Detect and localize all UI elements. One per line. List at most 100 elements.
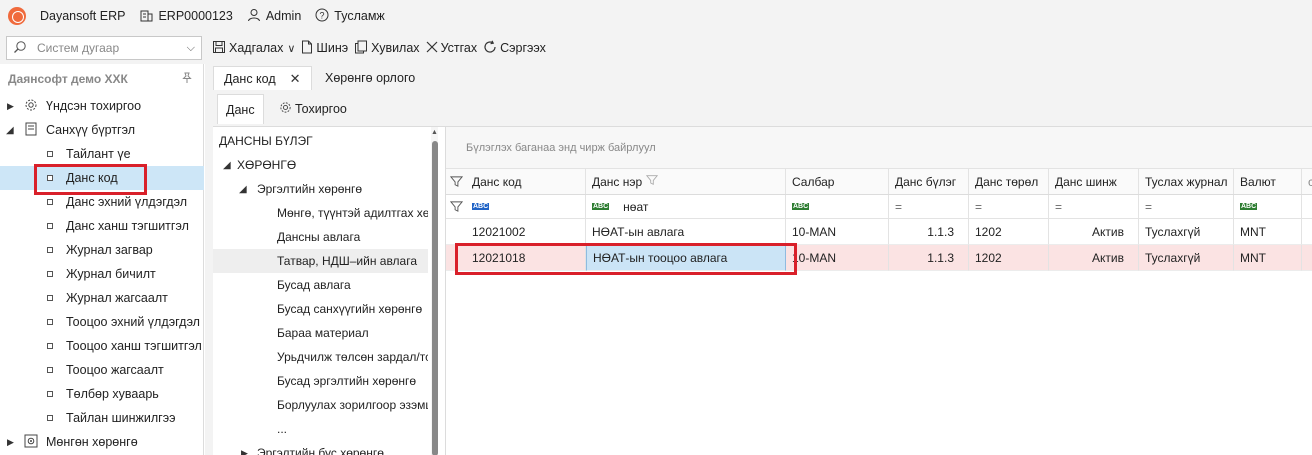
- tree-node[interactable]: ...: [213, 417, 428, 441]
- refresh-button[interactable]: Сэргээх: [483, 40, 546, 57]
- column-header-account-type[interactable]: Данс төрөл: [969, 169, 1049, 194]
- sidebar-item-reporting-period[interactable]: Тайлант үе: [0, 142, 204, 166]
- filter-funnel-icon[interactable]: [446, 169, 466, 194]
- tab-label: Тохиргоо: [295, 102, 347, 116]
- system-number-search[interactable]: Систем дугаар ⌵: [6, 36, 202, 60]
- cell-account-type[interactable]: 1202: [969, 219, 1049, 245]
- delete-button[interactable]: Устгах: [426, 41, 478, 56]
- cell-overflow: [1302, 219, 1312, 245]
- filter-cell-branch[interactable]: ABC: [786, 195, 889, 218]
- user-menu[interactable]: Admin: [247, 8, 301, 25]
- sidebar-item-payment-schedule[interactable]: Төлбөр хуваарь: [0, 382, 204, 406]
- cell-account-code[interactable]: 12021002: [466, 219, 586, 245]
- filter-cell-account-type[interactable]: =: [969, 195, 1049, 218]
- collapse-arrow-icon[interactable]: ◢: [223, 160, 231, 171]
- filter-cell-aux-journal[interactable]: =: [1139, 195, 1234, 218]
- scroll-up-arrow-icon[interactable]: ▲: [431, 129, 438, 136]
- sidebar-item-label: Журнал бичилт: [66, 267, 156, 281]
- column-header-currency[interactable]: Валют: [1234, 169, 1302, 194]
- expand-arrow-icon[interactable]: ▶: [7, 437, 14, 448]
- tree-node[interactable]: Мөнгө, түүнтэй адилтгах хө: [213, 201, 428, 225]
- cell-account-type[interactable]: 1202: [969, 245, 1049, 271]
- tree-root[interactable]: ДАНСНЫ БҮЛЭГ: [213, 129, 428, 153]
- sidebar-item-account-code[interactable]: Данс код: [0, 166, 204, 190]
- tree-node[interactable]: Борлуулах зорилгоор эзэмш: [213, 393, 428, 417]
- column-header-account-attribute[interactable]: Данс шинж: [1049, 169, 1139, 194]
- table-row-selected[interactable]: 12021018 НӨАТ-ын тооцоо авлага 10-MAN 1.…: [446, 245, 1312, 271]
- help-menu[interactable]: ? Тусламж: [315, 8, 385, 25]
- tree-node[interactable]: Дансны авлага: [213, 225, 428, 249]
- cell-account-group[interactable]: 1.1.3: [889, 245, 969, 271]
- tab-asset-income[interactable]: Хөрөнгө орлого: [315, 66, 425, 90]
- filter-cell-currency[interactable]: ABC: [1234, 195, 1302, 218]
- row-indicator[interactable]: [446, 245, 466, 271]
- cell-aux-journal[interactable]: Туслахгүй: [1139, 219, 1234, 245]
- save-button[interactable]: Хадгалах ∨: [212, 40, 295, 57]
- tree-node[interactable]: ◢ Эргэлтийн хөрөнгө: [213, 177, 428, 201]
- cell-account-attribute[interactable]: Актив: [1049, 245, 1139, 271]
- cell-account-attribute[interactable]: Актив: [1049, 219, 1139, 245]
- tree-node[interactable]: ◢ ХӨРӨНГӨ: [213, 153, 428, 177]
- tree-node[interactable]: Бусад санхүүгийн хөрөнгө: [213, 297, 428, 321]
- delete-label: Устгах: [440, 41, 478, 55]
- company-selector[interactable]: ERP0000123: [139, 8, 233, 25]
- sidebar-item-settlement-fx-revaluation[interactable]: Тооцоо ханш тэгшитгэл: [0, 334, 204, 358]
- column-header-account-group[interactable]: Данс бүлэг: [889, 169, 969, 194]
- save-icon: [212, 40, 226, 57]
- sidebar-item-journal-entry[interactable]: Журнал бичилт: [0, 262, 204, 286]
- filter-cell-account-name[interactable]: ABC нөат: [586, 195, 786, 218]
- close-icon[interactable]: ✕: [290, 71, 301, 87]
- sidebar-item-settlement-opening-balance[interactable]: Тооцоо эхний үлдэгдэл: [0, 310, 204, 334]
- cell-branch[interactable]: 10-MAN: [786, 245, 889, 271]
- cell-account-group[interactable]: 1.1.3: [889, 219, 969, 245]
- tree-node[interactable]: Бусад авлага: [213, 273, 428, 297]
- group-by-panel[interactable]: Бүлэглэх баганаа энд чирж байрлуул: [446, 127, 1312, 169]
- column-filter-icon[interactable]: [646, 174, 659, 189]
- sidebar-item-settlement-list[interactable]: Тооцоо жагсаалт: [0, 358, 204, 382]
- cell-currency[interactable]: MNT: [1234, 245, 1302, 271]
- filter-cell-account-code[interactable]: ABC: [466, 195, 586, 218]
- save-dropdown-chevron-icon[interactable]: ∨: [287, 42, 295, 55]
- scrollbar-thumb[interactable]: [432, 141, 438, 455]
- tab-account[interactable]: Данс: [217, 94, 264, 124]
- row-indicator[interactable]: [446, 219, 466, 245]
- column-header-aux-journal[interactable]: Туслах журнал: [1139, 169, 1234, 194]
- column-header-account-code[interactable]: Данс код: [466, 169, 586, 194]
- collapse-arrow-icon[interactable]: ◢: [239, 184, 247, 195]
- column-header-account-name[interactable]: Данс нэр: [586, 169, 786, 194]
- sidebar-item-basic-settings[interactable]: ▶ Үндсэн тохиргоо: [0, 94, 204, 118]
- pin-icon[interactable]: [181, 72, 193, 87]
- collapse-arrow-icon[interactable]: ◢: [6, 125, 14, 136]
- cell-currency[interactable]: MNT: [1234, 219, 1302, 245]
- chevron-down-icon[interactable]: ⌵: [187, 42, 195, 55]
- table-row[interactable]: 12021002 НӨАТ-ын авлага 10-MAN 1.1.3 120…: [446, 219, 1312, 245]
- filter-cell-account-group[interactable]: =: [889, 195, 969, 218]
- tab-account-code[interactable]: Данс код ✕: [213, 66, 312, 90]
- sidebar-item-journal-template[interactable]: Журнал загвар: [0, 238, 204, 262]
- tree-scrollbar[interactable]: ▲: [431, 127, 438, 455]
- sidebar-item-report-analysis[interactable]: Тайлан шинжилгээ: [0, 406, 204, 430]
- tree-node[interactable]: Бусад эргэлтийн хөрөнгө: [213, 369, 428, 393]
- tree-node[interactable]: Урьдчилж төлсөн зардал/тс: [213, 345, 428, 369]
- tree-node-selected[interactable]: Татвар, НДШ–ийн авлага: [213, 249, 428, 273]
- expand-arrow-icon[interactable]: ▶: [7, 101, 14, 112]
- tab-settings[interactable]: Тохиргоо: [271, 94, 355, 124]
- sidebar-item-finance-accounting[interactable]: ◢ Санхүү бүртгэл: [0, 118, 204, 142]
- cell-branch[interactable]: 10-MAN: [786, 219, 889, 245]
- sidebar-item-cash-assets[interactable]: ▶ Мөнгөн хөрөнгө: [0, 430, 204, 454]
- cell-account-name-focused[interactable]: НӨАТ-ын тооцоо авлага: [586, 245, 786, 271]
- filter-cell-account-attribute[interactable]: =: [1049, 195, 1139, 218]
- expand-arrow-icon[interactable]: ▶: [241, 448, 248, 455]
- tree-node[interactable]: ▶ Эргэлтийн бус хөрөнгө: [213, 441, 428, 455]
- cell-account-code[interactable]: 12021018: [466, 245, 586, 271]
- sidebar-item-account-opening-balance[interactable]: Данс эхний үлдэгдэл: [0, 190, 204, 214]
- column-header-branch[interactable]: Салбар: [786, 169, 889, 194]
- new-button[interactable]: Шинэ: [301, 40, 348, 57]
- sidebar-item-account-fx-revaluation[interactable]: Данс ханш тэгшитгэл: [0, 214, 204, 238]
- filter-row-funnel-icon[interactable]: [446, 195, 466, 218]
- cell-aux-journal[interactable]: Туслахгүй: [1139, 245, 1234, 271]
- tree-node[interactable]: Бараа материал: [213, 321, 428, 345]
- copy-button[interactable]: Хувилах: [354, 40, 420, 57]
- cell-account-name[interactable]: НӨАТ-ын авлага: [586, 219, 786, 245]
- sidebar-item-journal-list[interactable]: Журнал жагсаалт: [0, 286, 204, 310]
